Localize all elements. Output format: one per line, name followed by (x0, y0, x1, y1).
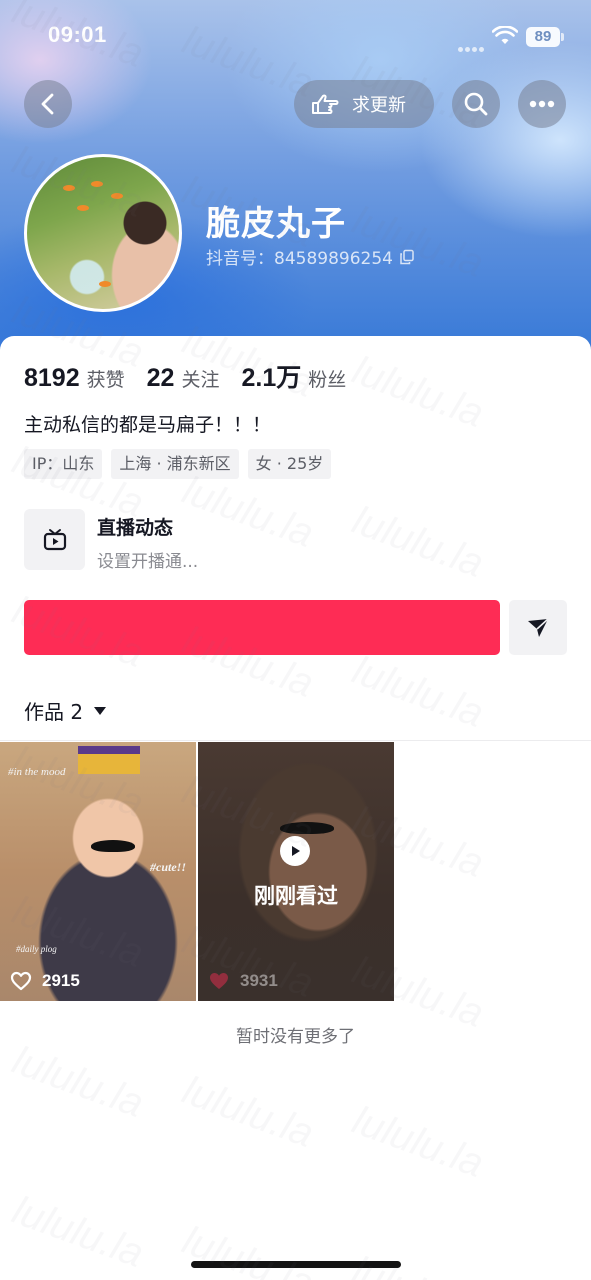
mustache-sticker (91, 840, 135, 852)
tab-divider (0, 740, 591, 741)
wifi-icon (491, 25, 519, 46)
recently-watched-label: 刚刚看过 (254, 884, 338, 908)
battery-tip (561, 33, 564, 41)
send-message-button[interactable] (509, 600, 567, 655)
heart-outline-icon (10, 971, 32, 991)
profile-nickname: 脆皮丸子 (206, 204, 346, 244)
works-tab-label: 作品 2 (24, 700, 84, 724)
status-time: 09:01 (48, 22, 107, 47)
send-icon (528, 617, 549, 637)
sticker-text: #daily plog (16, 944, 57, 954)
following-count[interactable]: 22 (147, 364, 175, 393)
avatar[interactable] (24, 154, 182, 312)
video-thumbnail[interactable]: 刚刚看过 3931 (198, 742, 394, 1001)
sticker-text: #cute!! (150, 860, 186, 874)
sticker-text: #in the mood (8, 766, 66, 778)
douyin-id-text: 抖音号：84589896254 (206, 249, 393, 269)
followers-count[interactable]: 2.1万 (241, 358, 301, 394)
following-label[interactable]: 关注 (181, 365, 219, 392)
more-button[interactable] (518, 80, 566, 128)
search-button[interactable] (452, 80, 500, 128)
chevron-left-icon (41, 93, 54, 115)
request-update-button[interactable]: 求更新 (294, 80, 434, 128)
battery-indicator: 89 (526, 27, 560, 47)
follow-button[interactable] (24, 600, 500, 655)
video-like-count: 3931 (208, 971, 278, 991)
heart-filled-icon (210, 973, 228, 989)
ip-location-tag: IP：山东 (24, 449, 103, 479)
no-more-content-text: 暂时没有更多了 (236, 1027, 355, 1047)
gender-age-tag: 女 · 25岁 (247, 449, 332, 479)
cellular-signal-icon (458, 37, 486, 52)
profile-bio: 主动私信的都是马扁子！！！ (24, 414, 272, 436)
live-title[interactable]: 直播动态 (97, 513, 173, 540)
home-indicator[interactable] (191, 1261, 401, 1268)
likes-label: 获赞 (86, 369, 125, 391)
play-icon (280, 836, 310, 866)
mustache-sticker (280, 822, 334, 834)
video-like-count: 2915 (10, 971, 80, 991)
like-count-text: 2915 (42, 971, 80, 990)
search-icon (464, 92, 488, 116)
caret-down-icon (94, 706, 107, 715)
pointing-hand-icon (312, 94, 339, 114)
douyin-id[interactable]: 抖音号：84589896254 (206, 244, 415, 269)
back-button[interactable] (24, 80, 72, 128)
city-tag: 上海 · 浦东新区 (111, 449, 239, 479)
tv-icon (43, 528, 66, 550)
live-subtitle[interactable]: 设置开播通... (97, 547, 198, 572)
live-tv-button[interactable] (24, 509, 85, 570)
profile-tags: IP：山东 上海 · 浦东新区 女 · 25岁 (24, 449, 340, 479)
likes-count: 8192 (24, 364, 80, 392)
profile-stats: 8192 获赞 22 关注 2.1万 粉丝 (24, 358, 368, 394)
followers-label[interactable]: 粉丝 (308, 365, 346, 392)
like-count-text: 3931 (240, 971, 278, 990)
video-thumbnail[interactable]: #in the mood #cute!! #daily plog 2915 (0, 742, 196, 1001)
copy-icon[interactable] (399, 249, 415, 265)
request-update-label: 求更新 (352, 95, 406, 116)
more-dots-icon (529, 100, 555, 108)
works-tab[interactable]: 作品 2 (24, 696, 107, 725)
hat-sticker (78, 746, 140, 774)
